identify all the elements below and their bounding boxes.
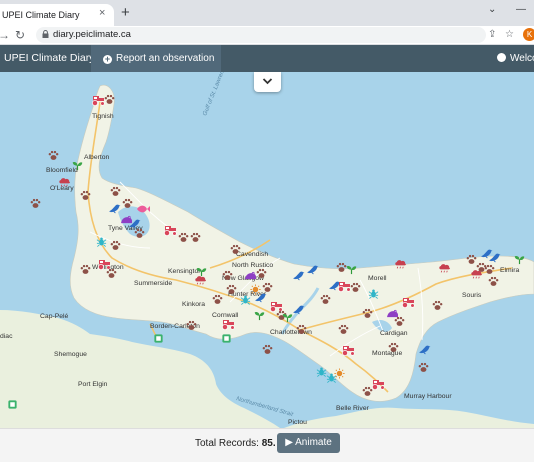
- user-icon: [497, 53, 506, 62]
- marker-highway-shield: [8, 400, 17, 409]
- play-icon: ▶: [285, 437, 293, 448]
- label-cap-pele: Cap-Pelé: [40, 313, 69, 320]
- browser-toolbar: → ↻ diary.peiclimate.ca ⇪ ☆ K: [0, 26, 534, 45]
- tab-close-icon[interactable]: ×: [99, 7, 105, 19]
- url-text: diary.peiclimate.ca: [53, 29, 131, 40]
- label-shemogue: Shemogue: [54, 351, 87, 358]
- bookmark-star-icon[interactable]: ☆: [505, 29, 514, 40]
- label-port-elgin: Port Elgin: [78, 381, 108, 388]
- label-morell: Morell: [368, 275, 387, 282]
- plus-circle-icon: +: [103, 54, 112, 64]
- observation-map[interactable]: Tignish Alberton Bloomfield O'Leary Tyne…: [0, 72, 534, 428]
- total-records: Total Records: 85.: [195, 438, 276, 449]
- report-observation-button[interactable]: + Report an observation: [91, 45, 221, 72]
- welcome-menu[interactable]: Welco: [497, 45, 534, 72]
- label-belle-river: Belle River: [336, 405, 370, 412]
- address-bar[interactable]: diary.peiclimate.ca: [36, 27, 486, 43]
- marker-highway-shield: [154, 334, 163, 343]
- map-canvas[interactable]: Tignish Alberton Bloomfield O'Leary Tyne…: [0, 72, 534, 428]
- label-kinkora: Kinkora: [182, 301, 205, 308]
- label-murray-harbour: Murray Harbour: [404, 393, 452, 400]
- label-cardigan: Cardigan: [380, 330, 408, 337]
- browser-tab[interactable]: UPEI Climate Diary ×: [0, 4, 114, 26]
- label-north-rustico: North Rustico: [232, 262, 273, 269]
- lock-icon: [42, 30, 49, 38]
- animate-button[interactable]: ▶ Animate: [277, 433, 340, 453]
- label-elmira: Elmira: [500, 267, 519, 274]
- map-footer: Total Records: 85. ▶ Animate: [0, 428, 534, 462]
- label-diac: diac: [0, 333, 13, 340]
- label-cavendish: Cavendish: [236, 251, 268, 258]
- report-label: Report an observation: [116, 53, 215, 64]
- label-oleary: O'Leary: [50, 185, 74, 192]
- minimize-icon[interactable]: —: [516, 4, 526, 15]
- label-charlottetown: Charlottetown: [270, 329, 312, 336]
- label-souris: Souris: [462, 292, 482, 299]
- total-records-label: Total Records:: [195, 438, 259, 449]
- label-montague: Montague: [372, 350, 402, 357]
- chevron-down-icon: [262, 78, 273, 85]
- forward-icon[interactable]: →: [0, 28, 10, 42]
- label-tignish: Tignish: [92, 113, 114, 120]
- label-summerside: Summerside: [134, 280, 172, 287]
- welcome-label: Welco: [510, 53, 534, 64]
- browser-tab-strip: UPEI Climate Diary × + ⌄ —: [0, 0, 534, 26]
- marker-highway-shield: [222, 334, 231, 343]
- animate-label: Animate: [295, 437, 332, 448]
- label-pictou: Pictou: [288, 419, 307, 426]
- label-bloomfield: Bloomfield: [46, 167, 78, 174]
- app-navbar: UPEI Climate Diary + Report an observatio…: [0, 45, 534, 72]
- chevron-down-icon[interactable]: ⌄: [488, 4, 496, 15]
- collapse-panel-button[interactable]: [254, 72, 281, 92]
- app-brand[interactable]: UPEI Climate Diary: [0, 45, 94, 72]
- share-icon[interactable]: ⇪: [488, 29, 496, 40]
- new-tab-icon[interactable]: +: [121, 5, 130, 20]
- profile-avatar[interactable]: K: [523, 28, 534, 41]
- label-cornwall: Cornwall: [212, 312, 239, 319]
- reload-icon[interactable]: ↻: [15, 28, 25, 42]
- tab-title: UPEI Climate Diary: [2, 10, 80, 20]
- total-records-value: 85.: [261, 438, 276, 449]
- label-alberton: Alberton: [84, 154, 110, 161]
